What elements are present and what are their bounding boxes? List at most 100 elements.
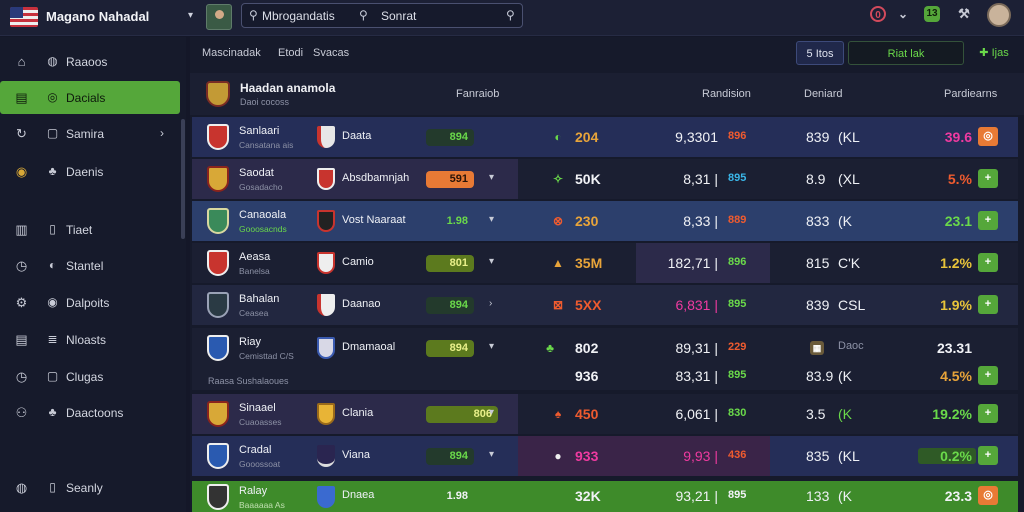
- table-row[interactable]: Cradal Gooossoat Viana 894 ▾ ● 933 9,93 …: [192, 436, 1018, 476]
- sidebar-item-daenis[interactable]: ◉ ♣ Daenis: [0, 155, 180, 188]
- notification-icon[interactable]: 0: [870, 6, 886, 22]
- filter-tab-2[interactable]: Etodi: [278, 47, 303, 59]
- list-alt-icon: ≣: [47, 332, 58, 346]
- search-icon-2[interactable]: ⚲: [359, 8, 368, 22]
- users-icon: ⚇: [15, 405, 28, 420]
- percent-value: 896: [728, 256, 747, 268]
- row-action-button[interactable]: +: [978, 169, 998, 188]
- result-value: 5.%: [947, 171, 972, 187]
- result-value: 23.31: [936, 340, 972, 356]
- avatar[interactable]: [987, 3, 1011, 27]
- stat-label: (K: [838, 488, 852, 504]
- odds-pill[interactable]: 591: [426, 171, 474, 188]
- sidebar-item-daactoons[interactable]: ⚇ ♣ Daactoons: [0, 396, 180, 429]
- market-value: 230: [575, 213, 599, 229]
- odds-pill[interactable]: 894: [426, 297, 474, 314]
- row-action-button[interactable]: +: [978, 253, 998, 272]
- chevron-down-icon[interactable]: ▾: [489, 172, 494, 183]
- odds-pill[interactable]: 894: [426, 129, 474, 146]
- chevron-down-icon[interactable]: ▾: [188, 10, 193, 21]
- filter-tab-1[interactable]: Mascinadak: [202, 47, 261, 59]
- chevron-down-icon[interactable]: ▾: [489, 341, 494, 352]
- team-crest-icon: [207, 208, 229, 234]
- document-icon: ▯: [49, 222, 56, 236]
- sidebar-item-tiaet[interactable]: ▥ ▯ Tiaet: [0, 213, 180, 246]
- table-row[interactable]: 936 83,31 | 895 83.9 (K 4.5% +: [192, 364, 1018, 390]
- filter-button-riat[interactable]: Riat lak: [848, 41, 964, 65]
- table-row[interactable]: Ralay Baaaaaa As Dnaea 1.98 32K 93,21 | …: [192, 481, 1018, 512]
- opponent-crest-icon: [317, 486, 335, 508]
- chevron-down-icon[interactable]: ▾: [489, 449, 494, 460]
- odds-pill[interactable]: 1.98: [426, 488, 474, 505]
- sidebar-item-seanly[interactable]: ◍ ▯ Seanly: [0, 471, 180, 504]
- percent-value: 830: [728, 407, 747, 419]
- odds-pill[interactable]: 801: [426, 255, 474, 272]
- search-input[interactable]: ⚲ Mbrogandatis ⚲ Sonrat ⚲: [241, 3, 523, 28]
- status-badge-icon[interactable]: 13: [924, 6, 940, 22]
- column-header-2[interactable]: Randision: [702, 88, 751, 100]
- table-row[interactable]: Sinaael Cuaoasses Clania 806 ▾ ♠ 450 6,0…: [192, 394, 1018, 434]
- league-logo-icon: [206, 81, 230, 107]
- team-crest-icon: [207, 250, 229, 276]
- profile-thumbnail[interactable]: [206, 4, 232, 30]
- table-row[interactable]: Canaoala Gooosacnds Vost Naaraat 1.98 ▾ …: [192, 201, 1018, 241]
- sidebar-item-dacials[interactable]: ▤ ◎ Dacials: [0, 81, 180, 114]
- column-header-4[interactable]: Pardiearns: [944, 88, 997, 100]
- trophy-icon: ◉: [15, 164, 28, 179]
- row-action-button[interactable]: +: [978, 211, 998, 230]
- calendar-icon[interactable]: ▦: [810, 341, 824, 355]
- row-action-button[interactable]: +: [978, 295, 998, 314]
- sidebar-item-stantel[interactable]: ◷ ◐ Stantel: [0, 249, 180, 282]
- sidebar-item-samira[interactable]: ↻ ▢ Samira ›: [0, 117, 180, 150]
- opponent-crest-icon: [317, 126, 335, 148]
- column-header-3[interactable]: Deniard: [804, 88, 843, 100]
- chevron-down-icon[interactable]: ▾: [489, 214, 494, 225]
- tools-icon[interactable]: ⚒: [956, 6, 972, 22]
- target-icon: ◎: [47, 90, 58, 104]
- market-value: 802: [575, 340, 599, 356]
- search-submit-icon[interactable]: ⚲: [506, 8, 515, 22]
- sidebar-item-dalpoits[interactable]: ⚙ ◉ Dalpoits: [0, 286, 180, 319]
- stat-value: 833: [806, 213, 830, 229]
- row-action-button[interactable]: +: [978, 366, 998, 385]
- sidebar-item-clugas[interactable]: ◷ ▢ Clugas: [0, 360, 180, 393]
- odds-pill[interactable]: 894: [426, 448, 474, 465]
- clock-icon: ◷: [15, 258, 28, 273]
- chevron-right-icon[interactable]: ›: [489, 298, 492, 309]
- market-value: 5XX: [575, 297, 602, 313]
- chevron-down-icon[interactable]: ▾: [489, 256, 494, 267]
- team-name: Sanlaari: [239, 125, 280, 137]
- sidebar-item-label: Nloasts: [66, 333, 107, 347]
- odds-pill[interactable]: 1.98: [426, 213, 474, 230]
- team-crest-icon: [207, 166, 229, 192]
- row-action-button[interactable]: +: [978, 404, 998, 423]
- filter-button-riat-label: Riat lak: [887, 48, 925, 60]
- chevron-down-icon[interactable]: ▾: [489, 407, 494, 418]
- sidebar-item-raaoos[interactable]: ⌂ ◍ Raaoos: [0, 45, 180, 78]
- row-action-button[interactable]: +: [978, 446, 998, 465]
- table-row[interactable]: Aeasa Banelsa Camio 801 ▾ ▲ 35M 182,71 |…: [192, 243, 1018, 283]
- sidebar-item-nloasts[interactable]: ▤ ≣ Nloasts: [0, 323, 180, 356]
- odds-pill[interactable]: 894: [426, 340, 474, 357]
- country-flag-icon[interactable]: [10, 7, 38, 27]
- opponent-crest-icon: [317, 337, 335, 359]
- clipboard-icon: ▢: [46, 369, 59, 383]
- row-action-button[interactable]: ◎: [978, 127, 998, 146]
- filter-tab-3[interactable]: Svacas: [313, 47, 349, 59]
- table-row[interactable]: Sanlaari Cansatana ais Daata 894 ◐ 204 9…: [192, 117, 1018, 157]
- table-row[interactable]: Bahalan Ceasea Daanao 894 › ⊠ 5XX 6,831 …: [192, 285, 1018, 325]
- row-action-button[interactable]: ◎: [978, 486, 998, 505]
- odds-pill[interactable]: 806: [426, 406, 498, 423]
- column-header-1[interactable]: Fanraiob: [456, 88, 499, 100]
- chevron-right-icon[interactable]: ›: [160, 126, 164, 140]
- market-icon: ●: [554, 449, 562, 463]
- chevron-down-icon-2[interactable]: ⌄: [895, 6, 911, 22]
- opponent-crest-icon: [317, 403, 335, 425]
- filter-button-ijas[interactable]: ✚ Ijas: [970, 41, 1018, 65]
- sidebar-scrollbar[interactable]: [181, 119, 185, 239]
- filter-button-items[interactable]: 5 Itos: [796, 41, 844, 65]
- odds-value: 182,71 |: [667, 255, 718, 271]
- list-icon: ▤: [15, 332, 28, 347]
- market-value: 35M: [575, 255, 603, 271]
- table-row[interactable]: Saodat Gosadacho Absdbamnjah 591 ▾ ✧ 50K…: [192, 159, 1018, 199]
